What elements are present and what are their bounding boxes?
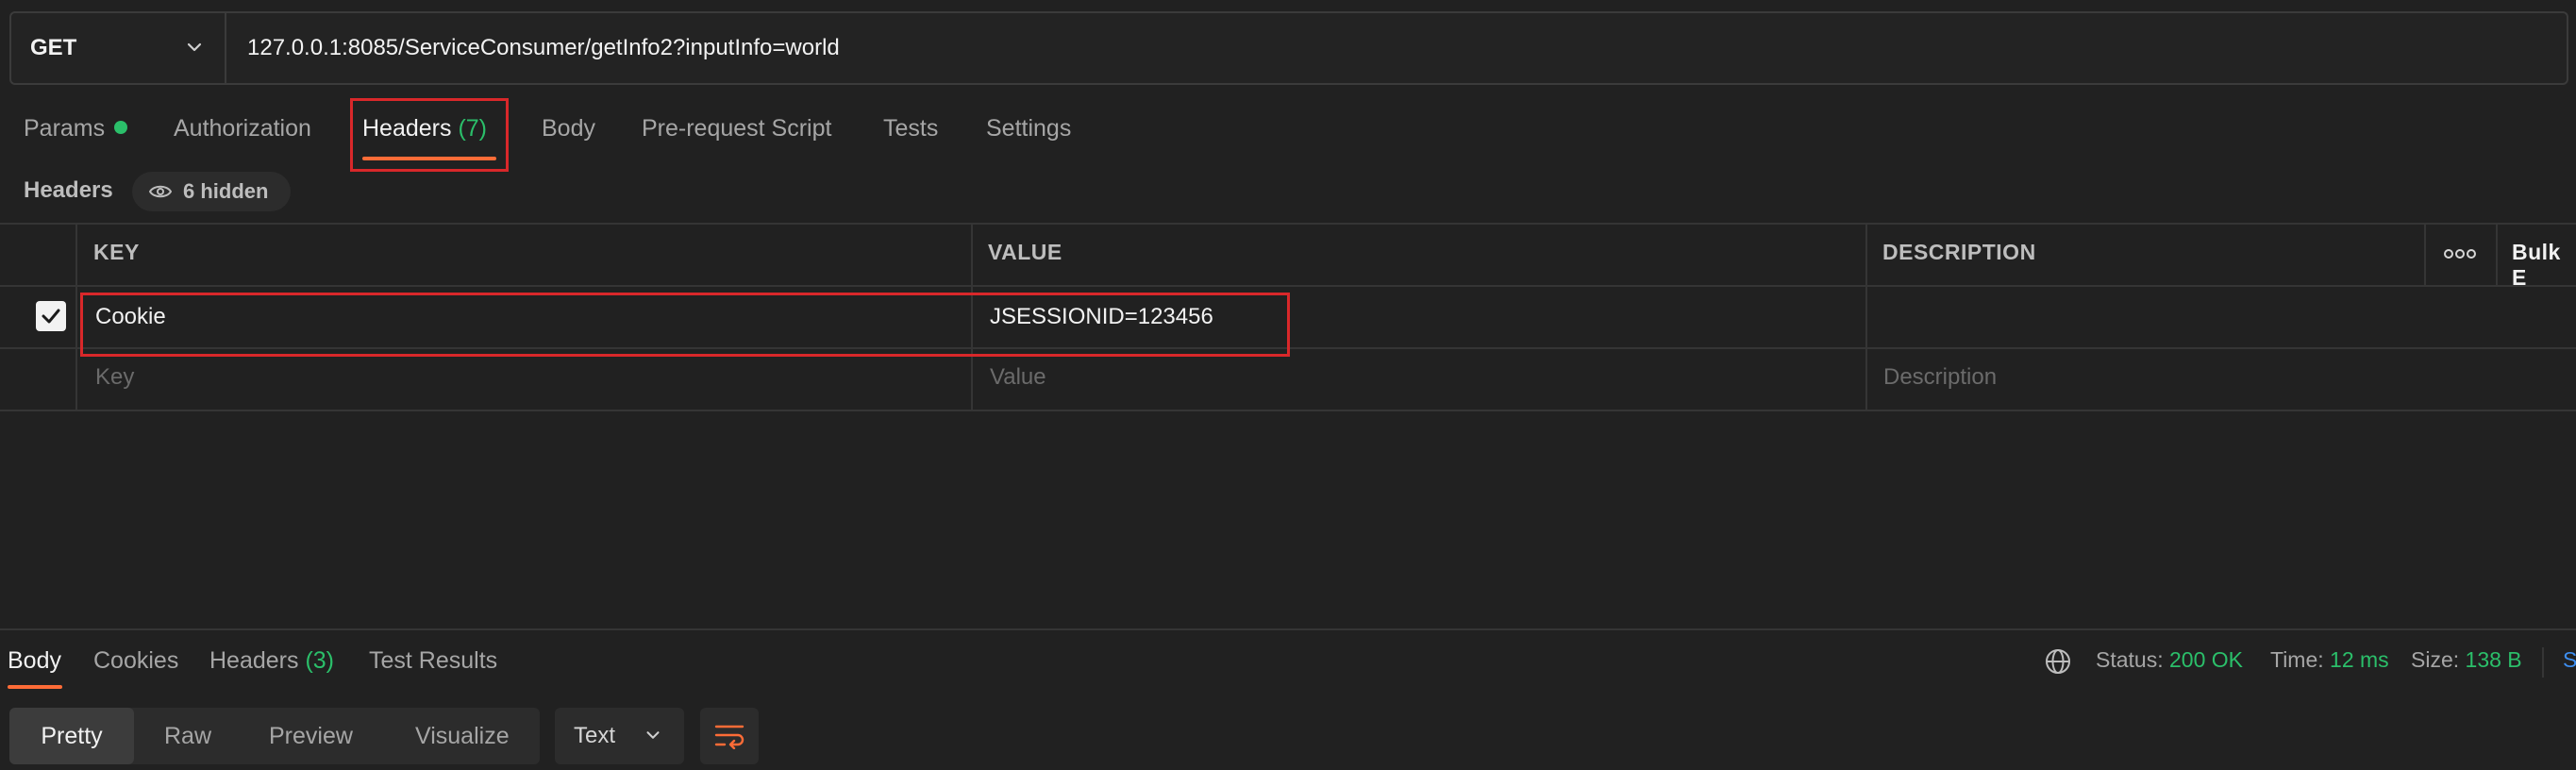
response-tab-headers[interactable]: Headers (3) [209, 647, 334, 675]
response-size: Size: 138 B [2411, 647, 2522, 673]
view-mode-visualize[interactable]: Visualize [415, 708, 510, 764]
size-label: Size: [2411, 647, 2460, 672]
tab-params-label: Params [24, 115, 106, 142]
highlight-box-headers-tab [350, 98, 509, 172]
more-horizontal-icon[interactable] [2444, 248, 2476, 259]
globe-icon[interactable] [2044, 647, 2072, 676]
response-status: Status: 200 OK [2096, 647, 2243, 673]
highlight-box-cookie-row [80, 293, 1290, 357]
column-header-value: VALUE [988, 240, 1062, 264]
view-mode-selector: Pretty Raw Preview Visualize [9, 708, 540, 764]
status-label: Status: [2096, 647, 2164, 672]
response-tab-cookies[interactable]: Cookies [93, 647, 178, 675]
column-header-description: DESCRIPTION [1882, 240, 2036, 264]
response-divider [0, 628, 2576, 630]
format-label: Text [574, 723, 616, 748]
chevron-down-icon [646, 731, 660, 739]
tab-body[interactable]: Body [542, 115, 595, 149]
save-response-button[interactable]: S [2563, 647, 2576, 673]
hidden-headers-toggle[interactable]: 6 hidden [132, 172, 291, 211]
method-select[interactable]: GET [11, 13, 226, 83]
wrap-lines-icon [714, 725, 744, 749]
status-divider [2542, 647, 2544, 678]
view-mode-pretty[interactable]: Pretty [9, 708, 134, 764]
time-value: 12 ms [2330, 647, 2389, 672]
table-divider [2424, 223, 2426, 285]
time-label: Time: [2270, 647, 2324, 672]
tab-tests-label: Tests [883, 115, 939, 142]
tab-tests[interactable]: Tests [883, 115, 938, 149]
format-select[interactable]: Text [555, 708, 684, 764]
size-value: 138 B [2465, 647, 2522, 672]
table-divider [2496, 223, 2498, 285]
url-input[interactable]: 127.0.0.1:8085/ServiceConsumer/getInfo2?… [247, 13, 840, 83]
table-divider [1865, 223, 1867, 410]
new-key-input[interactable]: Key [95, 364, 134, 391]
wrap-lines-button[interactable] [700, 708, 759, 764]
view-mode-preview[interactable]: Preview [269, 708, 353, 764]
tab-pre-request-script[interactable]: Pre-request Script [642, 115, 831, 149]
response-tab-headers-count: (3) [305, 647, 335, 674]
response-tab-headers-label: Headers [209, 647, 299, 674]
hidden-headers-label: 6 hidden [183, 179, 269, 203]
status-value: 200 OK [2169, 647, 2243, 672]
tab-authorization-label: Authorization [174, 115, 311, 142]
tab-pre-request-script-label: Pre-request Script [642, 115, 832, 142]
column-header-key: KEY [93, 240, 140, 264]
tab-params[interactable]: Params [24, 115, 128, 149]
tab-settings-label: Settings [986, 115, 1072, 142]
header-enabled-checkbox[interactable] [36, 301, 66, 331]
response-active-tab-underline [8, 685, 62, 689]
eye-icon [149, 185, 172, 198]
table-top-border [0, 223, 2576, 225]
tab-settings[interactable]: Settings [986, 115, 1071, 149]
view-mode-raw[interactable]: Raw [164, 708, 211, 764]
response-time: Time: 12 ms [2270, 647, 2389, 673]
tab-authorization[interactable]: Authorization [174, 115, 311, 149]
method-label: GET [30, 35, 77, 60]
new-value-input[interactable]: Value [990, 364, 1046, 391]
table-bottom-border [0, 410, 2576, 411]
checkmark-icon [42, 309, 60, 324]
new-description-input[interactable]: Description [1883, 364, 1997, 391]
response-tab-body[interactable]: Body [8, 647, 61, 675]
url-bar: GET 127.0.0.1:8085/ServiceConsumer/getIn… [9, 11, 2568, 85]
tab-body-label: Body [542, 115, 595, 142]
headers-section-title: Headers [24, 177, 113, 203]
response-tab-test-results[interactable]: Test Results [369, 647, 497, 675]
table-divider [75, 223, 77, 410]
table-header-border [0, 285, 2576, 287]
bulk-edit-button[interactable]: Bulk E [2512, 240, 2576, 291]
params-indicator-dot [114, 121, 128, 134]
chevron-down-icon [187, 42, 202, 52]
